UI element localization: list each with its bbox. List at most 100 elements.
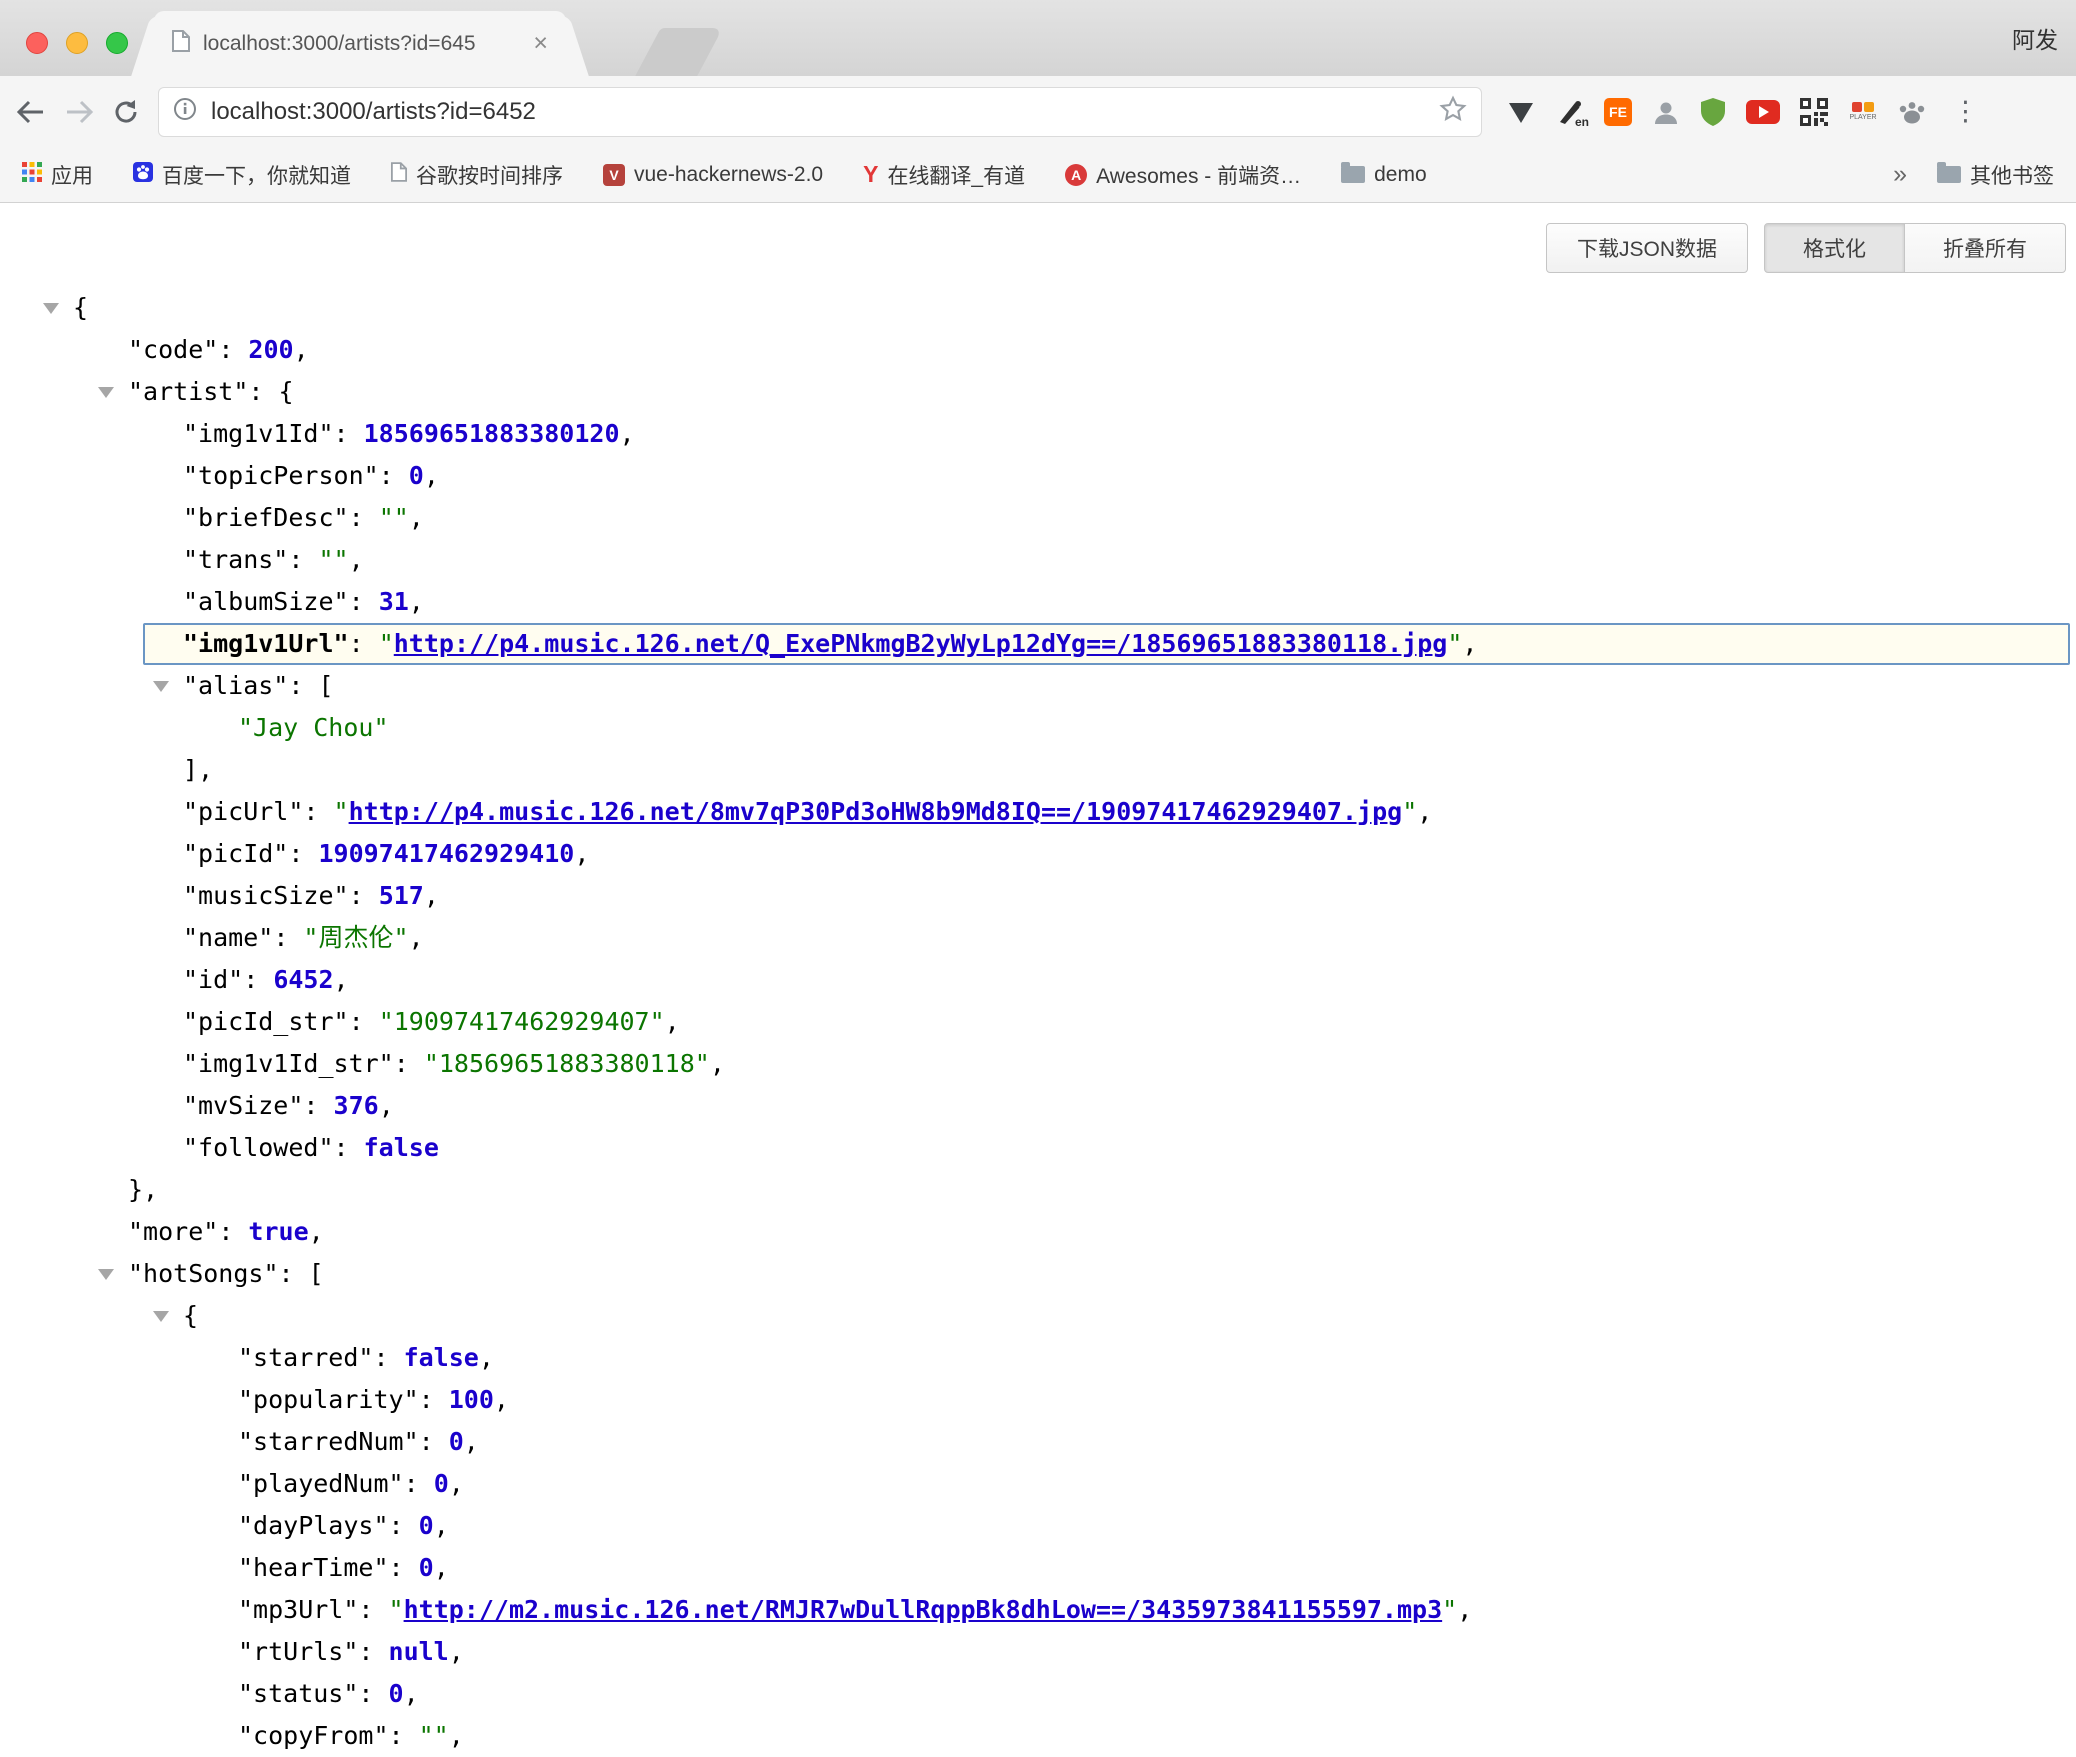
- json-token: ,: [309, 1217, 324, 1246]
- bookmarks-bar: 应用 百度一下，你就知道 谷歌按时间排序 V vue-hackernews-2.…: [0, 147, 2076, 203]
- bookmark-awesomes[interactable]: A Awesomes - 前端资…: [1065, 160, 1301, 190]
- json-token: ,: [334, 965, 349, 994]
- json-line: "hearTime": 0,: [0, 1547, 2076, 1589]
- en-badge: en: [1575, 115, 1589, 129]
- bookmark-star-icon[interactable]: [1439, 95, 1467, 128]
- json-line: "copyFrom": "",: [0, 1715, 2076, 1757]
- json-token: "rtUrls": [238, 1637, 358, 1666]
- json-url-link[interactable]: http://p4.music.126.net/8mv7qP30Pd3oHW8b…: [349, 797, 1403, 826]
- window-minimize-button[interactable]: [66, 32, 88, 54]
- json-token: "status": [238, 1679, 358, 1708]
- json-token: "img1v1Id_str": [183, 1049, 394, 1078]
- json-line: "popularity": 100,: [0, 1379, 2076, 1421]
- json-url-link[interactable]: http://m2.music.126.net/RMJR7wDullRqppBk…: [404, 1595, 1443, 1624]
- json-line: ],: [0, 749, 2076, 791]
- dark-triangle-extension-icon[interactable]: [1506, 98, 1536, 126]
- json-token: ,: [620, 419, 635, 448]
- json-line: "trans": "",: [0, 539, 2076, 581]
- collapse-toggle-icon[interactable]: [153, 681, 169, 692]
- json-token: 0: [389, 1679, 404, 1708]
- window-close-button[interactable]: [26, 32, 48, 54]
- address-bar-input[interactable]: [209, 97, 1439, 127]
- json-token: ": [1442, 1595, 1457, 1624]
- json-line: "followed": false: [0, 1127, 2076, 1169]
- json-token: :: [303, 797, 333, 826]
- json-token: "mp3Url": [238, 1595, 358, 1624]
- json-token: :: [358, 1595, 388, 1624]
- address-bar[interactable]: [158, 87, 1482, 137]
- json-token: ],: [183, 755, 213, 784]
- collapse-toggle-icon[interactable]: [98, 1269, 114, 1280]
- json-token: ,: [574, 839, 589, 868]
- json-token: ,: [434, 1553, 449, 1582]
- browser-menu-icon[interactable]: ⋮: [1946, 98, 1985, 125]
- json-token: "": [318, 545, 348, 574]
- bookmark-youdao-translate[interactable]: Y 在线翻译_有道: [863, 160, 1025, 190]
- bookmark-label: demo: [1374, 163, 1427, 187]
- json-token: "hearTime": [238, 1553, 389, 1582]
- json-token: "": [419, 1721, 449, 1750]
- back-button[interactable]: [16, 99, 46, 125]
- fehelper-extension-icon[interactable]: FE: [1604, 98, 1632, 126]
- qr-code-extension-icon[interactable]: [1800, 98, 1828, 126]
- player-extension-icon[interactable]: PLAYER: [1848, 102, 1878, 121]
- bookmark-label: vue-hackernews-2.0: [634, 163, 823, 187]
- json-line: "hotSongs": [: [0, 1253, 2076, 1295]
- json-line: "id": 6452,: [0, 959, 2076, 1001]
- other-bookmarks-folder[interactable]: 其他书签: [1937, 160, 2054, 190]
- bookmark-label: Awesomes - 前端资…: [1096, 160, 1301, 190]
- json-token: :: [419, 1427, 449, 1456]
- json-token: 0: [434, 1469, 449, 1498]
- json-token: "mvSize": [183, 1091, 303, 1120]
- bookmark-baidu[interactable]: 百度一下，你就知道: [133, 160, 351, 190]
- json-token: 0: [409, 461, 424, 490]
- json-token: 0: [419, 1511, 434, 1540]
- bookmark-apps[interactable]: 应用: [22, 160, 93, 190]
- json-token: ,: [424, 461, 439, 490]
- tab-close-button[interactable]: ×: [533, 31, 548, 56]
- json-token: "starredNum": [238, 1427, 419, 1456]
- browser-tab[interactable]: localhost:3000/artists?id=645 ×: [154, 11, 566, 76]
- shield-extension-icon[interactable]: [1700, 97, 1726, 127]
- person-extension-icon[interactable]: [1652, 98, 1680, 126]
- forward-button[interactable]: [64, 99, 94, 125]
- bookmarks-overflow-chevron[interactable]: »: [1893, 160, 1907, 189]
- json-line: "dayPlays": 0,: [0, 1505, 2076, 1547]
- json-token: "starred": [238, 1343, 373, 1372]
- collapse-all-button[interactable]: 折叠所有: [1904, 223, 2066, 273]
- json-url-link[interactable]: http://p4.music.126.net/Q_ExePNkmgB2yWyL…: [394, 629, 1448, 658]
- folder-icon: [1937, 166, 1961, 183]
- json-token: "more": [128, 1217, 218, 1246]
- bookmark-demo-folder[interactable]: demo: [1341, 163, 1427, 187]
- profile-name[interactable]: 阿发: [2012, 0, 2058, 76]
- awesomes-icon: A: [1065, 164, 1087, 186]
- json-line: "more": true,: [0, 1211, 2076, 1253]
- json-token: :: [243, 965, 273, 994]
- json-token: "dayPlays": [238, 1511, 389, 1540]
- json-token: ,: [434, 1511, 449, 1540]
- json-token: "albumSize": [183, 587, 349, 616]
- json-line: "picId_str": "19097417462929407",: [0, 1001, 2076, 1043]
- window-zoom-button[interactable]: [106, 32, 128, 54]
- format-button[interactable]: 格式化: [1764, 223, 1905, 273]
- json-line: "code": 200,: [0, 329, 2076, 371]
- download-json-button[interactable]: 下载JSON数据: [1546, 223, 1748, 273]
- json-line: "name": "周杰伦",: [0, 917, 2076, 959]
- new-tab-button[interactable]: [635, 28, 723, 76]
- youtube-extension-icon[interactable]: [1746, 100, 1780, 124]
- page-info-icon[interactable]: [173, 97, 197, 126]
- vue-icon: V: [603, 164, 625, 186]
- json-token: "18569651883380118": [424, 1049, 710, 1078]
- json-token: "name": [183, 923, 273, 952]
- reload-button[interactable]: [112, 98, 140, 126]
- json-token: :: [288, 545, 318, 574]
- collapse-toggle-icon[interactable]: [43, 303, 59, 314]
- json-line: "picId": 19097417462929410,: [0, 833, 2076, 875]
- bookmark-google-sort[interactable]: 谷歌按时间排序: [391, 160, 563, 190]
- json-token: :: [218, 335, 248, 364]
- translate-pen-extension-icon[interactable]: en: [1556, 98, 1584, 126]
- bookmark-vue-hackernews[interactable]: V vue-hackernews-2.0: [603, 163, 823, 187]
- collapse-toggle-icon[interactable]: [153, 1311, 169, 1322]
- paw-extension-icon[interactable]: [1898, 99, 1926, 125]
- collapse-toggle-icon[interactable]: [98, 387, 114, 398]
